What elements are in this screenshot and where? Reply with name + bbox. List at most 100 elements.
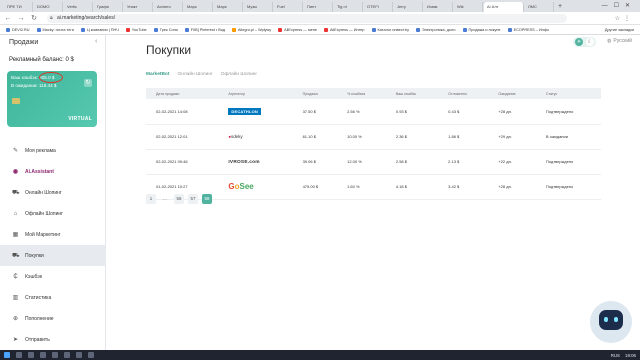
sidebar: Продажи ‹ Рекламный баланс: 0 $ Ваш кэшб… bbox=[0, 35, 106, 350]
youtube-icon bbox=[125, 27, 130, 32]
bookmark-item[interactable]: AliExpress — Интер bbox=[323, 27, 365, 32]
tab-online-shopping[interactable]: Онлайн Шопинг bbox=[177, 72, 212, 77]
bookmark-item[interactable]: Macky: почта теги bbox=[36, 27, 74, 32]
bookmark-item[interactable]: Ц компании | ПНЧ bbox=[80, 27, 119, 32]
sidebar-item-statistics[interactable]: ▥ Статистика bbox=[0, 287, 106, 308]
cashback-icon: ₵ bbox=[13, 273, 18, 280]
col-waiting[interactable]: Ожидание bbox=[488, 88, 536, 99]
window-controls[interactable]: —☐✕ bbox=[602, 2, 636, 9]
taskbar-app-icon[interactable] bbox=[88, 352, 94, 358]
browser-tab[interactable]: Марк bbox=[184, 2, 213, 12]
row-sale: 39.06 $ bbox=[292, 149, 338, 175]
bookmark-item[interactable]: Электроника, дыто bbox=[415, 27, 456, 32]
sidebar-item-send[interactable]: ➤ Отправить bbox=[0, 329, 106, 350]
status-badge: Подтверждено bbox=[535, 99, 601, 125]
browser-tab[interactable]: Acmero bbox=[154, 2, 183, 12]
browser-tab[interactable]: Музы bbox=[244, 2, 273, 12]
forward-arrow-icon[interactable]: → bbox=[17, 15, 25, 22]
os-taskbar: RUS 19:06 bbox=[0, 350, 640, 360]
sidebar-item-offline-shopping[interactable]: ⌂ Офлайн Шопинг bbox=[0, 203, 106, 224]
sidebar-item-ai-assistant[interactable]: ◉ Ai.Assistant bbox=[0, 161, 106, 182]
row-sale: 475.00 $ bbox=[292, 174, 338, 200]
clock[interactable]: 19:06 bbox=[625, 353, 636, 358]
bookmark-item[interactable]: Трек Соня bbox=[153, 27, 178, 32]
bookmark-item[interactable]: Каталог инвест.by bbox=[371, 27, 409, 32]
col-date[interactable]: Дата продажи bbox=[146, 88, 218, 99]
reload-icon[interactable]: ↻ bbox=[30, 14, 38, 22]
taskbar-app-icon[interactable] bbox=[52, 352, 58, 358]
browser-tab[interactable]: Tig ni bbox=[334, 2, 363, 12]
browser-tab[interactable]: Графи bbox=[94, 2, 123, 12]
language-selector[interactable]: ◍ Русский bbox=[607, 38, 632, 44]
sidebar-item-purchases[interactable]: ⛟ Покупки bbox=[0, 245, 106, 266]
bookmark-item[interactable]: YouTube bbox=[125, 27, 147, 32]
browser-tab[interactable]: ПРЕ ТИ bbox=[4, 2, 33, 12]
bookmark-item[interactable]: AliExpress — мене bbox=[278, 27, 317, 32]
sidebar-item-my-marketing[interactable]: ▦ Мой Маркетинг bbox=[0, 224, 106, 245]
theme-toggle[interactable]: ☀ ☾ bbox=[573, 37, 596, 47]
taskbar-app-icon[interactable] bbox=[76, 352, 82, 358]
browser-tab[interactable]: DOMO bbox=[34, 2, 63, 12]
aggregator-logo: ●sdeky bbox=[218, 124, 293, 150]
page-button[interactable]: 57 bbox=[188, 194, 198, 204]
purchases-table: Дата продажи Агрегатор Продажа % кэшбэка… bbox=[146, 88, 601, 200]
page-button-current[interactable]: 58 bbox=[202, 194, 212, 204]
collapse-sidebar-icon[interactable]: ‹ bbox=[95, 38, 97, 45]
sidebar-item-topup[interactable]: ⊕ Пополнение bbox=[0, 308, 106, 329]
bookmark-item[interactable]: ECOPRESS – Инфо bbox=[507, 27, 549, 32]
sidebar-item-my-ads[interactable]: ✎ Моя реклама bbox=[0, 140, 106, 161]
back-arrow-icon[interactable]: ← bbox=[4, 15, 12, 22]
col-deferred[interactable]: Отложенно bbox=[438, 88, 488, 99]
col-aggregator[interactable]: Агрегатор bbox=[218, 88, 292, 99]
status-badge: Подтверждено bbox=[535, 174, 601, 200]
col-sale[interactable]: Продажа bbox=[293, 88, 338, 99]
status-badge: Подтверждено bbox=[535, 149, 601, 175]
new-tab-icon[interactable]: + bbox=[555, 2, 565, 12]
browser-tab-active[interactable]: Ai Алт bbox=[484, 2, 524, 12]
virtual-card: Ваш кэшбэк: 905.0 $ В ожидании: 118.44 $… bbox=[7, 71, 97, 127]
row-sale: 61.10 $ bbox=[292, 124, 338, 150]
taskbar-app-icon[interactable] bbox=[64, 352, 70, 358]
bookmark-item[interactable]: F0B] Pinterest • Вод bbox=[184, 27, 225, 32]
taskbar-app-icon[interactable] bbox=[16, 352, 22, 358]
ai-assistant-robot-icon[interactable] bbox=[590, 301, 632, 343]
url-field[interactable]: 🔒︎ ai.marketing/search/sales/ bbox=[47, 13, 567, 23]
browser-tab[interactable]: Пинт bbox=[304, 2, 333, 12]
table-row: 02-02-2021 09:46 IVROSE.com 39.06 $ 12.0… bbox=[146, 149, 601, 175]
taskbar-app-icon[interactable] bbox=[40, 352, 46, 358]
bookmark-item[interactable]: Allegro.pl – Wpływy bbox=[232, 27, 271, 32]
browser-toolbar-icons[interactable]: ☆⋮ bbox=[615, 15, 634, 22]
sidebar-title: Продажи bbox=[9, 39, 39, 46]
tab-marketbot[interactable]: MarketBot bbox=[146, 72, 169, 77]
browser-tab[interactable]: Марк bbox=[214, 2, 243, 12]
browser-tab[interactable]: Изюм bbox=[424, 2, 453, 12]
tab-offline-shopping[interactable]: Офлайн Шопинг bbox=[221, 72, 257, 77]
ad-balance: Рекламный баланс: 0 $ bbox=[9, 57, 74, 63]
browser-tab[interactable]: Jerry bbox=[394, 2, 423, 12]
browser-tab[interactable]: Vertic bbox=[64, 2, 93, 12]
bookmark-icon bbox=[278, 27, 283, 32]
sidebar-item-online-shopping[interactable]: ⛟ Онлайн Шопинг bbox=[0, 182, 106, 203]
page-button[interactable]: 1 bbox=[146, 194, 156, 204]
other-bookmarks[interactable]: Другие закладки bbox=[605, 28, 634, 32]
main-content: Покупки ☀ ☾ ◍ Русский MarketBot Онлайн Ш… bbox=[106, 35, 640, 350]
col-status[interactable]: Статус bbox=[536, 88, 601, 99]
card-brand: VIRTUAL bbox=[68, 116, 92, 122]
taskbar-app-icon[interactable] bbox=[28, 352, 34, 358]
bookmark-item[interactable]: Продажа и покупе bbox=[462, 27, 501, 32]
sidebar-item-cashback[interactable]: ₵ Кэшбэк bbox=[0, 266, 106, 287]
browser-tab[interactable]: Fuel bbox=[274, 2, 303, 12]
browser-tab[interactable]: ЛМС bbox=[525, 2, 554, 12]
language-indicator[interactable]: RUS bbox=[611, 353, 620, 358]
browser-tab[interactable]: Wik bbox=[454, 2, 483, 12]
browser-tab[interactable]: Упакт bbox=[124, 2, 153, 12]
col-cashback-percent[interactable]: % кэшбэка bbox=[337, 88, 386, 99]
globe-icon: ◍ bbox=[607, 38, 612, 44]
bookmark-icon bbox=[36, 27, 41, 32]
page-button[interactable]: 56 bbox=[174, 194, 184, 204]
refresh-icon[interactable]: ↻ bbox=[84, 79, 92, 87]
col-your-cashback[interactable]: Ваш кэшбэк bbox=[386, 88, 438, 99]
bookmark-item[interactable]: DEVI2.RU bbox=[6, 27, 30, 32]
windows-start-icon[interactable] bbox=[4, 352, 10, 358]
browser-tab[interactable]: OTEFI bbox=[364, 2, 393, 12]
